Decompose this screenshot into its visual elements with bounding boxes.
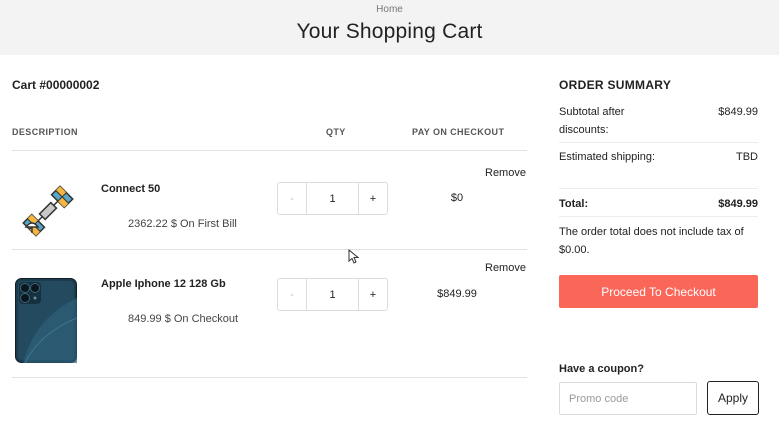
remove-link[interactable]: Remove	[485, 167, 526, 179]
promo-code-input[interactable]	[559, 382, 697, 415]
coupon-label: Have a coupon?	[559, 363, 644, 375]
satellite-icon	[20, 183, 76, 244]
item-price-note: 2362.22 $ On First Bill	[128, 218, 237, 230]
pay-on-checkout-value: $0	[450, 192, 464, 204]
page-title: Your Shopping Cart	[296, 20, 483, 43]
total-label: Total:	[559, 198, 589, 210]
subtotal-value: $849.99	[718, 106, 758, 118]
mouse-cursor-icon	[348, 248, 360, 269]
proceed-to-checkout-button[interactable]: Proceed To Checkout	[559, 275, 758, 308]
divider	[559, 142, 758, 143]
quantity-value[interactable]: 1	[307, 183, 358, 214]
pay-on-checkout-value: $849.99	[437, 288, 477, 300]
quantity-value[interactable]: 1	[307, 279, 358, 310]
item-name: Connect 50	[101, 183, 161, 195]
quantity-stepper: - 1 +	[277, 182, 388, 215]
total-value: $849.99	[718, 198, 758, 210]
column-header-pay-on-checkout: PAY ON CHECKOUT	[412, 127, 505, 137]
shipping-label: Estimated shipping:	[559, 151, 655, 163]
subtotal-label: Subtotal after discounts:	[559, 106, 625, 136]
increase-qty-button[interactable]: +	[358, 183, 387, 214]
decrease-qty-button[interactable]: -	[278, 279, 307, 310]
column-header-qty: QTY	[326, 127, 346, 137]
order-summary-title: ORDER SUMMARY	[559, 78, 672, 92]
divider	[559, 188, 758, 189]
page-header: Home Your Shopping Cart	[0, 0, 779, 55]
phone-image	[15, 278, 78, 368]
divider	[12, 150, 527, 151]
breadcrumb[interactable]: Home	[0, 4, 779, 15]
column-header-description: DESCRIPTION	[12, 127, 78, 137]
tax-note: The order total does not include tax of …	[559, 226, 744, 256]
item-name: Apple Iphone 12 128 Gb	[101, 278, 226, 290]
increase-qty-button[interactable]: +	[358, 279, 387, 310]
cart-id: Cart #00000002	[12, 78, 100, 92]
divider	[559, 216, 758, 217]
divider	[12, 249, 527, 250]
apply-coupon-button[interactable]: Apply	[707, 381, 759, 415]
quantity-stepper: - 1 +	[277, 278, 388, 311]
divider	[12, 377, 527, 378]
remove-link[interactable]: Remove	[485, 262, 526, 274]
item-price-note: 849.99 $ On Checkout	[128, 313, 239, 325]
decrease-qty-button[interactable]: -	[278, 183, 307, 214]
shipping-value: TBD	[736, 151, 758, 163]
